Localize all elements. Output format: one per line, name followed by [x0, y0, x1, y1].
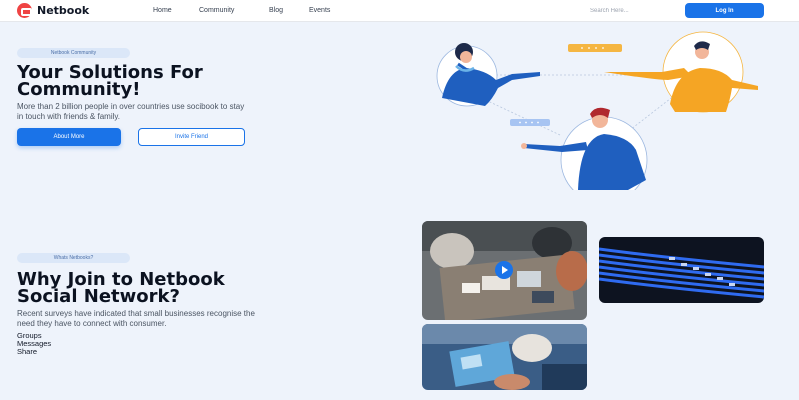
why-description: Recent surveys have indicated that small…: [17, 309, 387, 329]
top-navbar: Netbook Home Community Blog Events Log I…: [0, 0, 799, 22]
community-pill: Netbook Community: [17, 48, 130, 58]
feature-share: Share: [17, 347, 38, 356]
hero-title: Your Solutions For Community!: [17, 64, 317, 100]
why-join-title: Why Join to Netbook Social Network?: [17, 271, 397, 307]
hero-title-line2: Community!: [17, 79, 141, 100]
nav-home[interactable]: Home: [153, 7, 172, 14]
man-yellow-avatar-illustration: [604, 31, 758, 113]
nav-events[interactable]: Events: [309, 7, 330, 14]
login-button[interactable]: Log In: [685, 3, 764, 18]
chat-bubble-blue: [510, 119, 550, 126]
chat-bubble-yellow: [568, 44, 622, 52]
network-cables-photo: [599, 237, 764, 303]
search-input[interactable]: [590, 5, 672, 17]
invite-friend-button[interactable]: Invite Friend: [138, 128, 245, 146]
hero-description: More than 2 billion people in over count…: [17, 102, 397, 122]
brand-logo[interactable]: Netbook: [17, 3, 89, 18]
nav-community[interactable]: Community: [199, 7, 234, 14]
why-desc-line1: Recent surveys have indicated that small…: [17, 309, 255, 318]
netbook-logo-icon: [17, 3, 32, 18]
play-icon[interactable]: [495, 261, 513, 279]
tablet-laptop-photo: [422, 324, 587, 390]
nav-blog[interactable]: Blog: [269, 7, 283, 14]
brand-name: Netbook: [37, 4, 90, 17]
feature-list: Groups Messages Share: [17, 332, 51, 356]
why-title-line2: Social Network?: [17, 286, 180, 307]
why-desc-line2: need they have to connect with consumer.: [17, 319, 167, 328]
hero-desc-line1: More than 2 billion people in over count…: [17, 102, 245, 111]
hero-desc-line2: in touch with friends & family.: [17, 112, 121, 121]
whats-netbooks-pill: Whats Netbooks?: [17, 253, 130, 263]
community-illustration: [400, 30, 780, 204]
woman-avatar-illustration: [436, 43, 540, 107]
about-more-button[interactable]: About More: [17, 128, 121, 146]
team-meeting-video[interactable]: [422, 221, 587, 320]
